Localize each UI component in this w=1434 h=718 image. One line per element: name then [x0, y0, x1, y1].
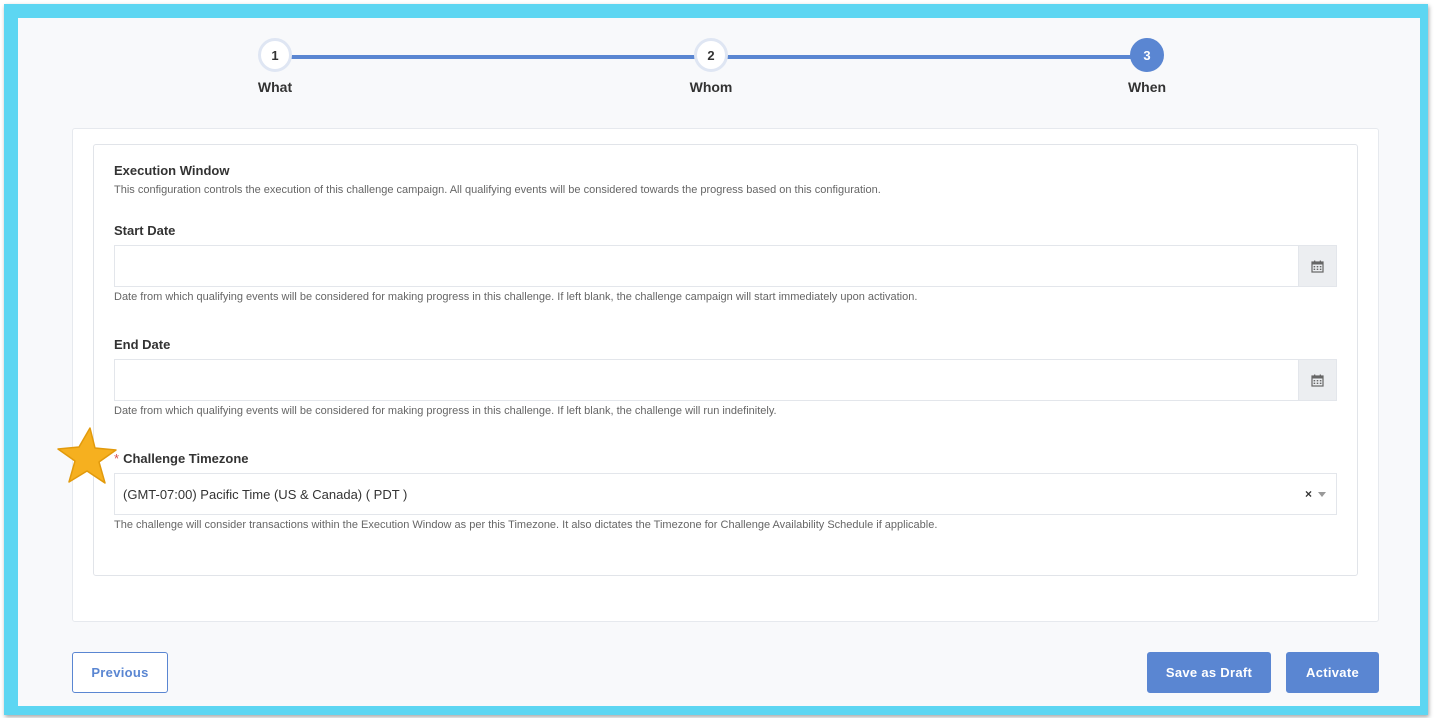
start-date-help: Date from which qualifying events will b…	[114, 291, 918, 303]
end-date-label: End Date	[114, 337, 171, 352]
step-number: 2	[694, 38, 728, 72]
page: 1 What 2 Whom 3 When Execution Window Th…	[18, 18, 1420, 706]
step-number: 3	[1130, 38, 1164, 72]
step-whom[interactable]: 2 Whom	[651, 38, 771, 95]
end-date-calendar-button[interactable]	[1298, 360, 1336, 400]
step-label: Whom	[689, 79, 733, 95]
timezone-selected-value: (GMT-07:00) Pacific Time (US & Canada) (…	[123, 486, 408, 502]
calendar-icon	[1311, 260, 1324, 273]
step-number: 1	[258, 38, 292, 72]
screenshot-frame: 1 What 2 Whom 3 When Execution Window Th…	[4, 4, 1428, 715]
end-date-help: Date from which qualifying events will b…	[114, 405, 777, 417]
start-date-input-group	[114, 245, 1337, 287]
activate-button[interactable]: Activate	[1286, 652, 1379, 693]
save-as-draft-button[interactable]: Save as Draft	[1147, 652, 1271, 693]
start-date-calendar-button[interactable]	[1298, 246, 1336, 286]
end-date-input-group	[114, 359, 1337, 401]
timezone-label: Challenge Timezone	[123, 451, 249, 466]
step-label: When	[1127, 79, 1167, 95]
previous-button[interactable]: Previous	[72, 652, 168, 693]
start-date-field[interactable]	[115, 246, 1298, 286]
step-what[interactable]: 1 What	[215, 38, 335, 95]
execution-window-panel: Execution Window This configuration cont…	[93, 144, 1358, 576]
clear-icon[interactable]: ×	[1305, 487, 1312, 501]
step-when[interactable]: 3 When	[1087, 38, 1207, 95]
calendar-icon	[1311, 374, 1324, 387]
section-description: This configuration controls the executio…	[114, 184, 881, 196]
timezone-select[interactable]: (GMT-07:00) Pacific Time (US & Canada) (…	[114, 473, 1337, 515]
section-title: Execution Window	[114, 163, 230, 178]
chevron-down-icon[interactable]	[1318, 491, 1326, 497]
timezone-help: The challenge will consider transactions…	[114, 519, 938, 531]
form-card: Execution Window This configuration cont…	[72, 128, 1379, 622]
step-label: What	[257, 79, 293, 95]
end-date-field[interactable]	[115, 360, 1298, 400]
start-date-label: Start Date	[114, 223, 176, 238]
star-icon	[57, 427, 117, 484]
timezone-label-row: * Challenge Timezone	[114, 451, 249, 466]
